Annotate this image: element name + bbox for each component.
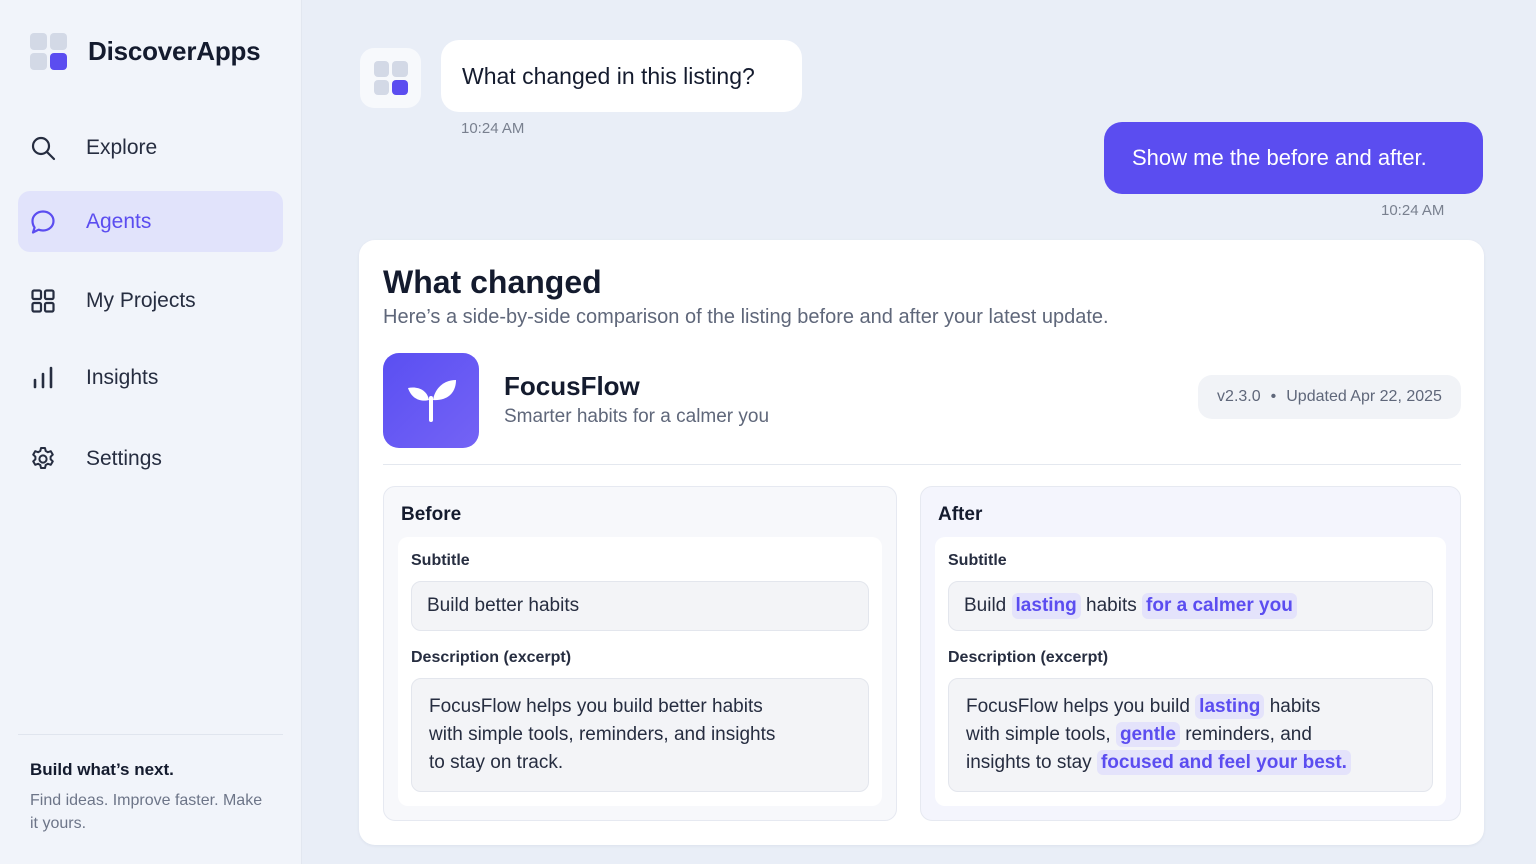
before-panel: Before Subtitle Build better habits Desc… <box>383 486 897 821</box>
grid-icon <box>30 288 56 314</box>
search-icon <box>30 135 56 161</box>
separator-dot: • <box>1270 388 1277 405</box>
updated-date: Updated Apr 22, 2025 <box>1286 388 1442 405</box>
description-text: insights to stay <box>966 752 1092 773</box>
subtitle-label: Subtitle <box>411 552 470 569</box>
sidebar-item-my-projects[interactable]: My Projects <box>18 270 283 331</box>
description-label: Description (excerpt) <box>948 649 1109 666</box>
message-timestamp: 10:24 AM <box>1381 202 1445 219</box>
gear-icon <box>30 446 56 472</box>
description-line: with simple tools, gentle reminders, and <box>966 721 1415 749</box>
card-subtitle: Here’s a side-by-side comparison of the … <box>383 306 1109 328</box>
card-title: What changed <box>383 264 602 300</box>
description-label: Description (excerpt) <box>411 649 572 666</box>
panel-title: Before <box>401 504 462 525</box>
app-tagline: Smarter habits for a calmer you <box>504 406 770 427</box>
added-text-highlight: lasting <box>1011 593 1081 619</box>
panel-title: After <box>938 504 983 525</box>
added-text-highlight: focused and feel your best. <box>1096 750 1351 775</box>
promo-title: Build what’s next. <box>30 760 174 779</box>
comparison-card: What changed Here’s a side-by-side compa… <box>359 240 1484 845</box>
description-text: with simple tools, <box>966 724 1111 745</box>
sidebar-item-label: Insights <box>86 365 159 389</box>
message-timestamp: 10:24 AM <box>461 120 525 137</box>
sidebar-item-settings[interactable]: Settings <box>18 428 283 489</box>
version-badge: v2.3.0 • Updated Apr 22, 2025 <box>1198 375 1461 419</box>
bar-chart-icon <box>30 365 56 391</box>
app-icon <box>383 353 479 448</box>
card-divider <box>383 464 1461 465</box>
assistant-avatar <box>360 48 421 108</box>
chat-bubble-icon <box>30 209 56 235</box>
description-text: reminders, and <box>1185 724 1312 745</box>
subtitle-label: Subtitle <box>948 552 1007 569</box>
subtitle-text: Build <box>964 595 1007 616</box>
app-name: FocusFlow <box>504 371 640 401</box>
description-value: FocusFlow helps you build lasting habits… <box>948 678 1433 792</box>
assistant-message: What changed in this listing? <box>441 40 802 112</box>
sidebar-item-label: Agents <box>86 209 152 233</box>
added-text-highlight: lasting <box>1195 694 1265 719</box>
subtitle-text: habits <box>1086 595 1137 616</box>
subtitle-value: Build better habits <box>411 581 869 631</box>
after-panel: After Subtitle Build lasting habits for … <box>920 486 1461 821</box>
sidebar-item-label: My Projects <box>86 288 196 312</box>
added-text-highlight: for a calmer you <box>1142 593 1297 619</box>
description-text: FocusFlow helps you build <box>966 696 1190 717</box>
sidebar-item-explore[interactable]: Explore <box>18 117 283 178</box>
description-line: with simple tools, reminders, and insigh… <box>429 724 776 745</box>
sidebar-item-label: Settings <box>86 446 162 470</box>
version-number: v2.3.0 <box>1217 388 1261 405</box>
brand[interactable]: DiscoverApps <box>30 33 261 70</box>
subtitle-value: Build lasting habits for a calmer you <box>948 581 1433 631</box>
before-panel-content: Subtitle Build better habits Description… <box>398 537 882 806</box>
description-line: FocusFlow helps you build lasting habits <box>966 693 1415 721</box>
brand-logo-icon <box>30 33 67 70</box>
description-text: habits <box>1269 696 1321 717</box>
promo-text: Find ideas. Improve faster. Make it your… <box>30 792 263 832</box>
sidebar-item-label: Explore <box>86 135 158 159</box>
user-message: Show me the before and after. <box>1104 122 1483 194</box>
after-panel-content: Subtitle Build lasting habits for a calm… <box>935 537 1446 806</box>
sidebar-item-agents[interactable]: Agents <box>18 191 283 252</box>
sidebar: DiscoverApps Explore Agents My Projects … <box>0 0 302 864</box>
description-line: insights to stay focused and feel your b… <box>966 749 1415 777</box>
assistant-logo-icon <box>373 61 408 95</box>
description-value: FocusFlow helps you build better habits … <box>411 678 869 792</box>
sprout-icon <box>408 379 456 422</box>
description-line: FocusFlow helps you build better habits <box>429 696 763 717</box>
description-line: to stay on track. <box>429 752 564 773</box>
sidebar-item-insights[interactable]: Insights <box>18 347 283 408</box>
added-text-highlight: gentle <box>1115 722 1180 747</box>
sidebar-divider <box>18 734 283 735</box>
brand-name: DiscoverApps <box>88 36 261 66</box>
